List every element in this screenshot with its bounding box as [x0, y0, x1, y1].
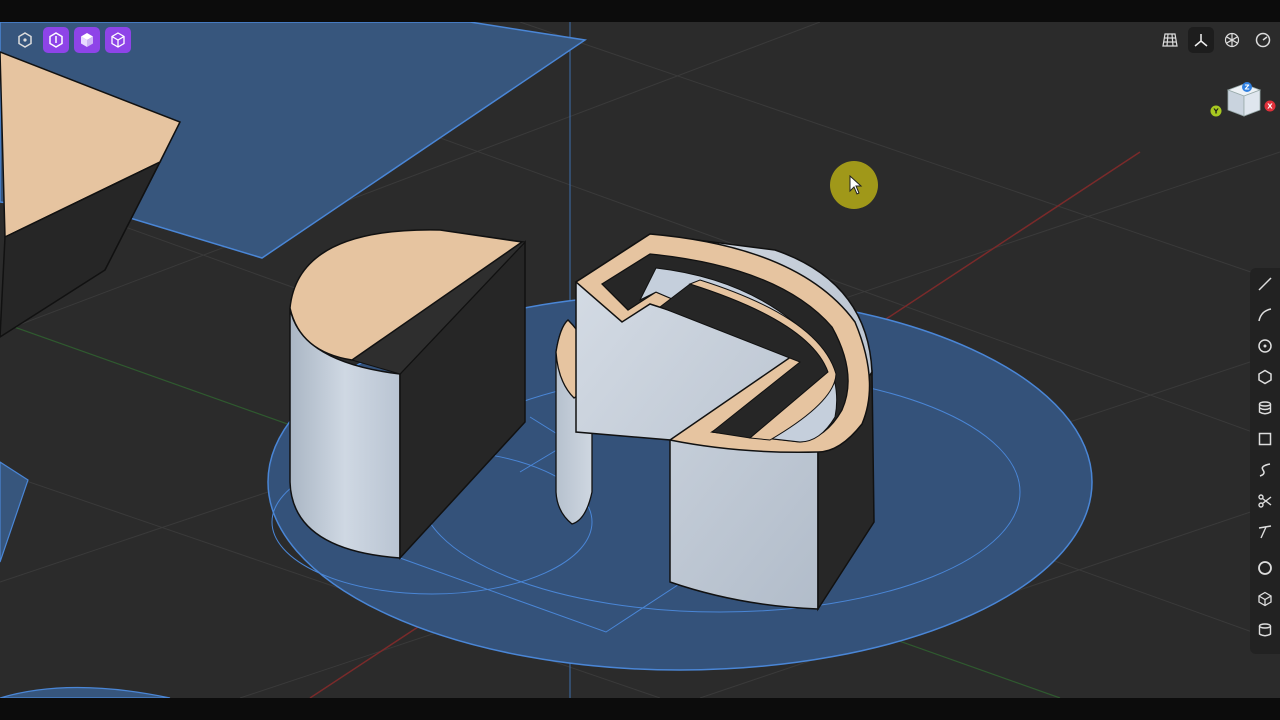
wire-cube-icon	[111, 32, 125, 48]
snap-toggle-button[interactable]	[1219, 27, 1245, 53]
box-tool[interactable]	[1255, 589, 1275, 609]
pen-hexagon-icon	[49, 32, 63, 48]
rectangle-tool[interactable]	[1255, 429, 1275, 449]
offset-icon	[1258, 525, 1272, 539]
spline-icon	[1259, 463, 1271, 477]
stack-icon	[1258, 401, 1272, 415]
circle-center-icon	[1258, 339, 1272, 353]
cylinder-icon	[1258, 623, 1272, 637]
shell-tool[interactable]	[1255, 558, 1275, 578]
extrude-tool[interactable]	[1255, 398, 1275, 418]
axes-icon	[1194, 34, 1208, 47]
sketch-region-bottom	[0, 686, 171, 698]
circle-tool[interactable]	[1255, 336, 1275, 356]
measure-toggle-button[interactable]	[1250, 27, 1276, 53]
mode-toolbar	[12, 27, 131, 53]
spline-tool[interactable]	[1255, 460, 1275, 480]
solid-mode-button[interactable]	[43, 27, 69, 53]
axes-toggle-button[interactable]	[1188, 27, 1214, 53]
navigation-cube[interactable]: Z Y X	[1206, 76, 1280, 132]
select-mode-button[interactable]	[12, 27, 38, 53]
mouse-pointer-icon	[849, 175, 863, 195]
solid-cube-icon	[81, 33, 93, 47]
body-mode-button[interactable]	[74, 27, 100, 53]
x-axis-label: X	[1267, 103, 1273, 111]
grid-toggle-button[interactable]	[1157, 27, 1183, 53]
snowflake-icon	[1224, 32, 1240, 48]
hexagon-icon	[1258, 369, 1272, 385]
ring-icon	[1258, 561, 1272, 575]
hexagon-outline-icon	[18, 32, 32, 48]
cylinder-tool[interactable]	[1255, 620, 1275, 640]
line-tool[interactable]	[1255, 274, 1275, 294]
arc-tool[interactable]	[1255, 305, 1275, 325]
scene-canvas[interactable]	[0, 22, 1280, 698]
offset-tool[interactable]	[1255, 522, 1275, 542]
square-icon	[1258, 432, 1272, 446]
sketch-tool-palette	[1250, 268, 1280, 654]
3d-viewport[interactable]: Z Y X	[0, 22, 1280, 698]
arc-icon	[1258, 308, 1272, 322]
scissors-icon	[1258, 494, 1272, 508]
view-toolbar	[1157, 27, 1276, 53]
wireframe-mode-button[interactable]	[105, 27, 131, 53]
cube-icon	[1258, 591, 1272, 607]
polygon-tool[interactable]	[1255, 367, 1275, 387]
line-icon	[1258, 277, 1272, 291]
gauge-icon	[1255, 32, 1271, 48]
grid-icon	[1162, 33, 1178, 47]
y-axis-label: Y	[1212, 108, 1219, 116]
sketch-region-left-edge	[0, 461, 29, 563]
trim-tool[interactable]	[1255, 491, 1275, 511]
z-axis-label: Z	[1244, 84, 1249, 92]
